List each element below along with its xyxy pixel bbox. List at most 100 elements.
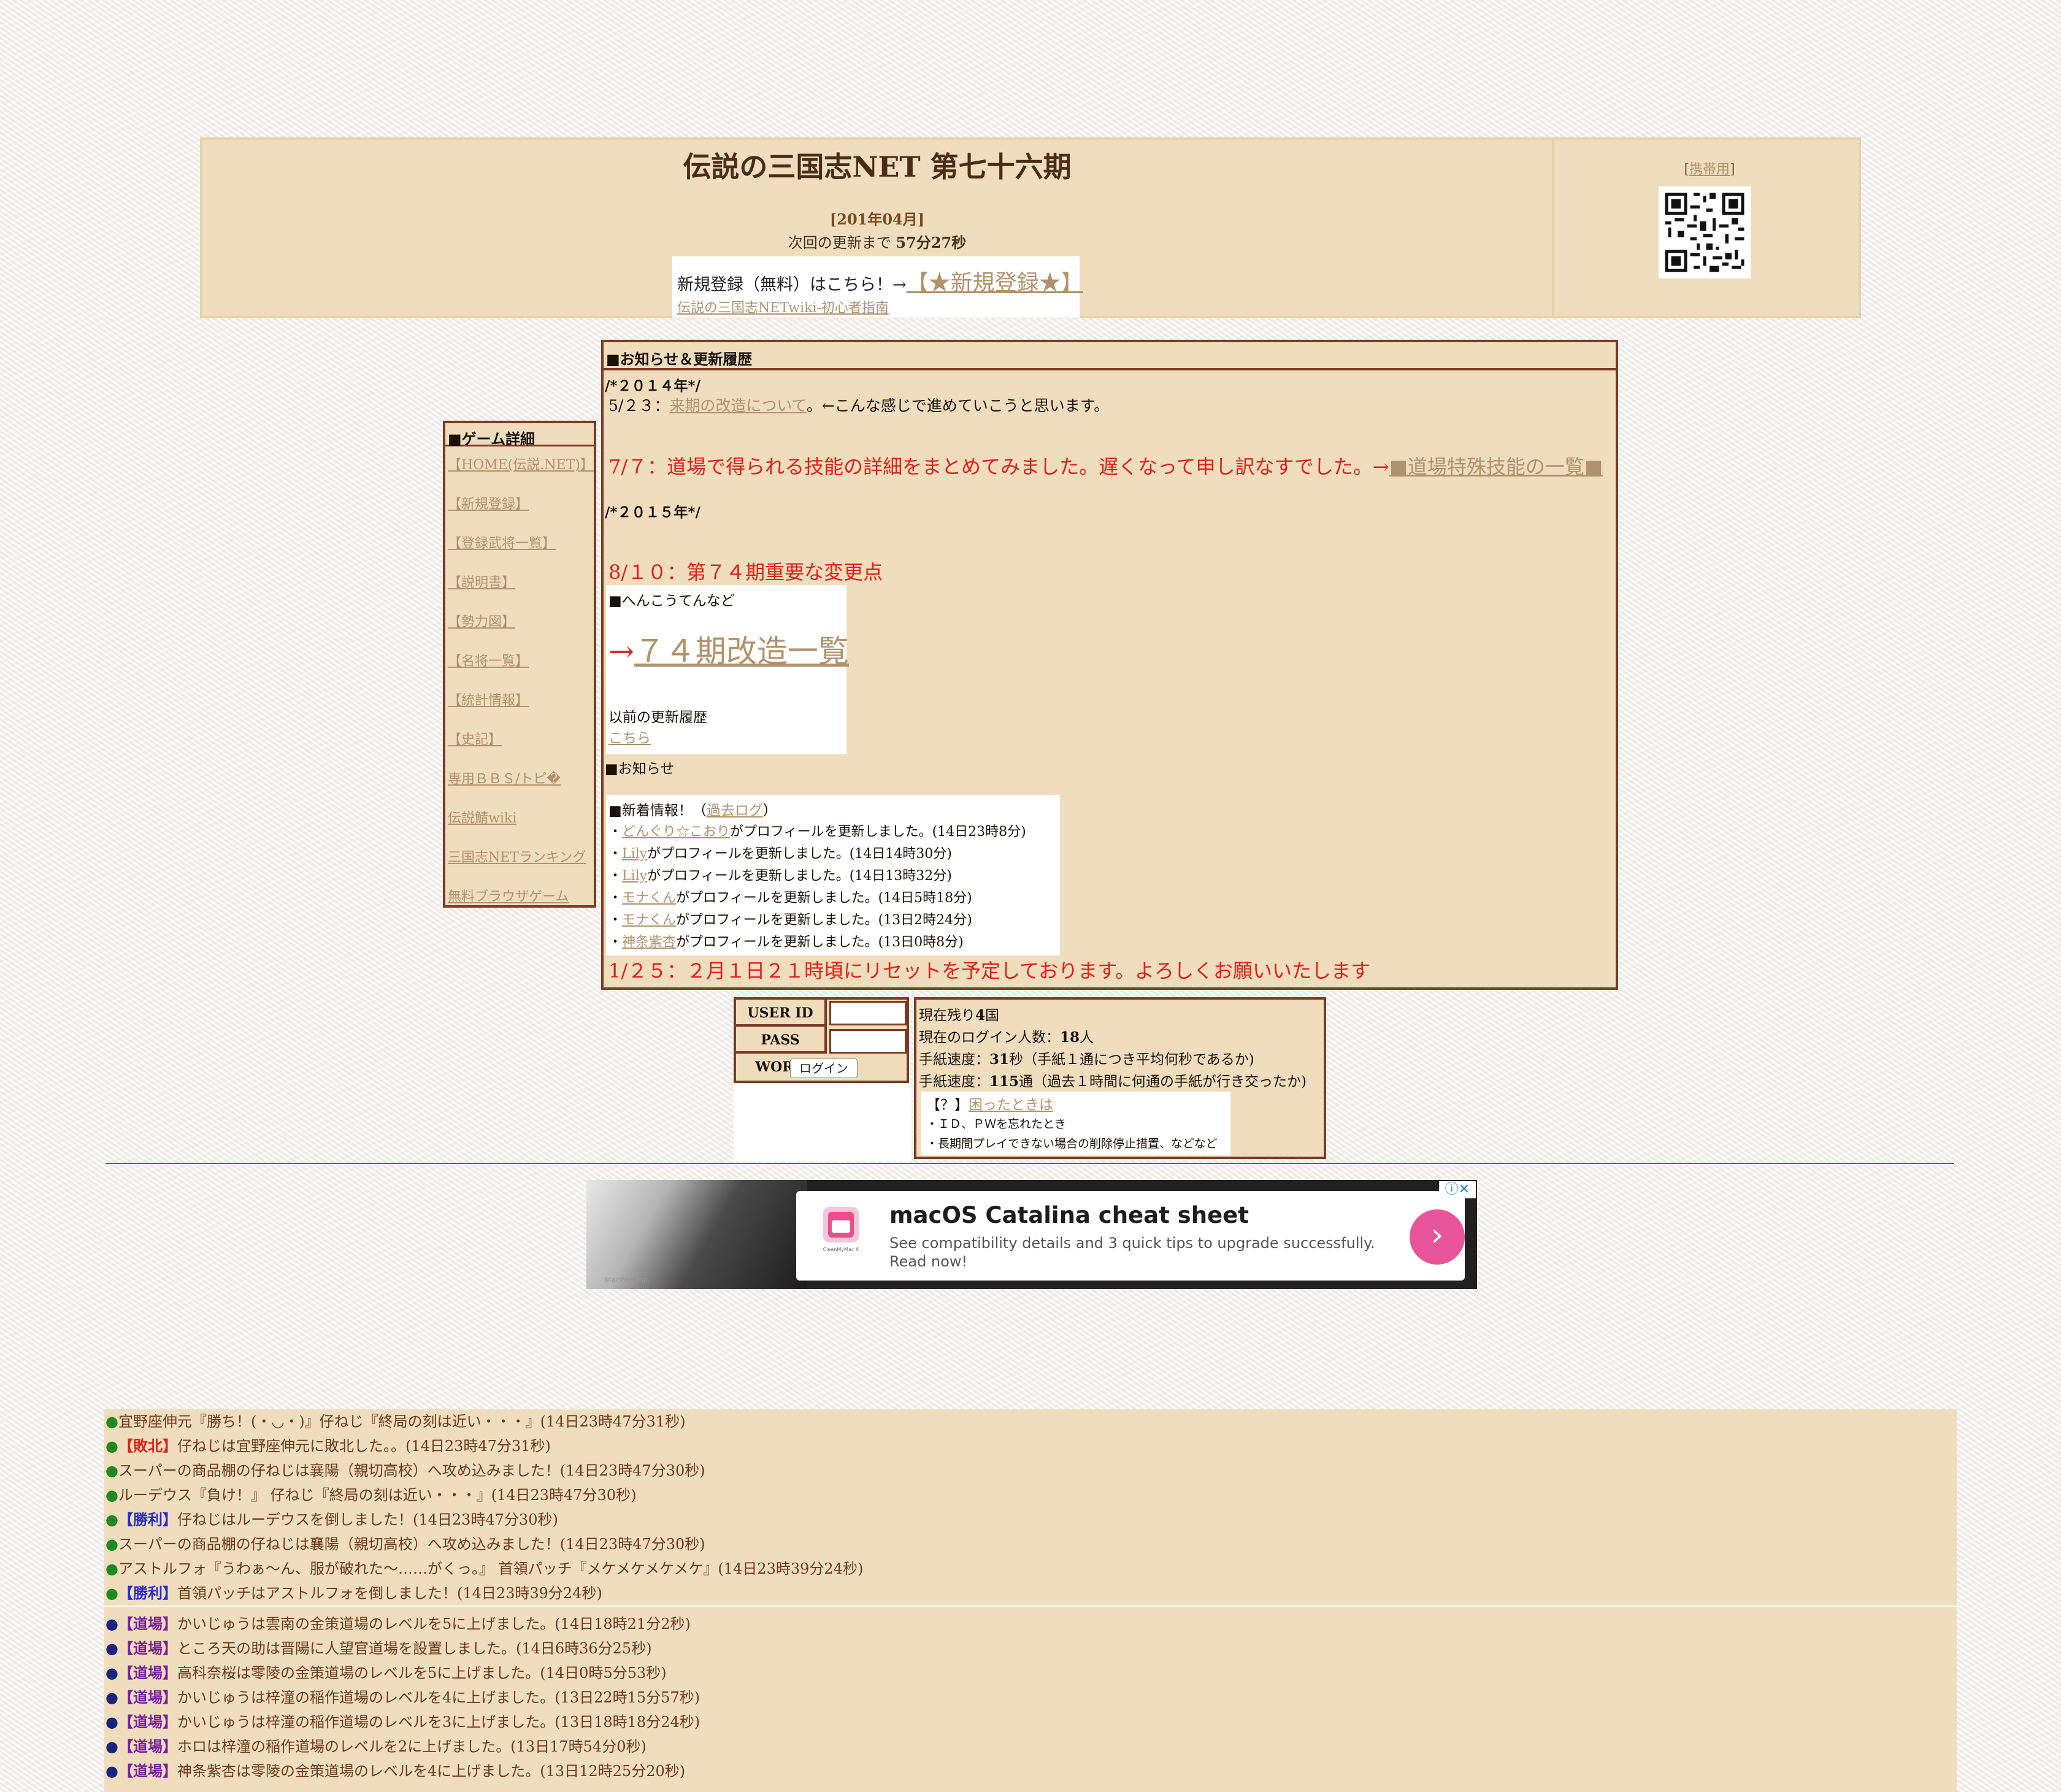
news-title: ■お知らせ＆更新履歴 <box>604 342 1616 370</box>
profile-user-link[interactable]: モナくん <box>622 890 676 906</box>
dojo-skills-link[interactable]: ■道場特殊技能の一覧■ <box>1389 455 1603 478</box>
profile-user-link[interactable]: どんぐり☆こおり <box>622 824 730 840</box>
remaining-unit: 国 <box>985 1008 1000 1024</box>
mobile-link-wrap: [携帯用] <box>1558 158 1861 178</box>
new-info-heading: ■新着情報！（過去ログ） <box>608 798 777 819</box>
bracket-right: ] <box>1730 162 1735 177</box>
login-count-label: 現在のログイン人数： <box>919 1030 1060 1046</box>
next-term-changes-link[interactable]: 来期の改造について <box>669 397 807 415</box>
register-link[interactable]: 【★新規登録★】 <box>907 270 1083 296</box>
profile-user-link[interactable]: 神条紫杏 <box>622 935 676 950</box>
term74-changes-link[interactable]: ７４期改造一覧 <box>634 634 849 669</box>
log-entry: ●【道場】かいじゅうは梓潼の稲作道場のレベルを3に上げました。(13日18時18… <box>106 1710 700 1731</box>
log-entry: ●スーパーの商品棚の仔ねじは襄陽（親切高校）へ攻め込みました！(14日23時47… <box>106 1532 705 1553</box>
game-detail-menu: ■ゲーム詳細 【HOME(伝説.NET)】 【新規登録】 【登録武将一覧】 【説… <box>443 421 596 908</box>
log-text: ルーデウス『負け！』 仔ねじ『終局の刻は近い・・・』(14日23時47分30秒) <box>118 1487 637 1504</box>
speed2-value: 115 <box>989 1073 1019 1090</box>
menu-item-ranking[interactable]: 三国志NETランキング <box>448 846 586 866</box>
menu-title: ■ゲーム詳細 <box>445 423 594 448</box>
news-panel: ■お知らせ＆更新履歴 /*２０１４年*/ 5/２３：来期の改造について。←こんな… <box>601 340 1618 990</box>
log-tag: 【道場】 <box>118 1664 177 1682</box>
user-id-input[interactable] <box>829 1001 907 1025</box>
login-button[interactable]: ログイン <box>790 1059 858 1078</box>
log-entry: ●ルーデウス『負け！』 仔ねじ『終局の刻は近い・・・』(14日23時47分30秒… <box>106 1483 636 1504</box>
new-info-close: ） <box>762 803 777 819</box>
log-entry: ●【勝利】仔ねじはルーデウスを倒しました！(14日23時47分30秒) <box>106 1507 558 1529</box>
log-entry: ●【敗北】仔ねじは宜野座伸元に敗北した。。(14日23時47分31秒) <box>106 1434 551 1455</box>
profile-user-link[interactable]: Lily <box>622 846 647 862</box>
log-bullet: ● <box>106 1511 118 1528</box>
menu-item-history[interactable]: 【史記】 <box>448 729 502 748</box>
login-count: 現在のログイン人数：18人 <box>919 1025 1094 1046</box>
log-bullet: ● <box>106 1615 118 1633</box>
log-text: ホロは梓潼の稲作道場のレベルを2に上げました。(13日17時54分0秒) <box>177 1738 647 1755</box>
menu-item-wiki[interactable]: 伝説鯖wiki <box>448 807 516 827</box>
log-bullet: ● <box>106 1714 118 1731</box>
header-divider <box>1552 140 1554 316</box>
ad-desc-line1: See compatibility details and 3 quick ti… <box>889 1235 1375 1252</box>
ad-footer: MacPaw Inc. <box>605 1276 650 1284</box>
profile-user-link[interactable]: Lily <box>622 868 647 884</box>
menu-item-statistics[interactable]: 【統計情報】 <box>448 689 529 709</box>
log-text: 仔ねじはルーデウスを倒しました！(14日23時47分30秒) <box>177 1511 558 1528</box>
log-bullet: ● <box>106 1413 118 1430</box>
speed1-label: 手紙速度： <box>919 1052 989 1068</box>
update-text: がプロフィールを更新しました。(14日23時8分) <box>730 824 1026 840</box>
ad-laptop-photo <box>586 1180 807 1289</box>
remaining-value: 4 <box>975 1007 986 1024</box>
news-item-0810: 8/１０：第７４期重要な変更点 <box>608 561 883 584</box>
log-text: 首領パッチはアストルフォを倒しました！(14日23時39分24秒) <box>177 1585 602 1602</box>
mobile-link[interactable]: 携帯用 <box>1689 162 1730 177</box>
log-text: 高科奈桜は零陵の金策道場のレベルを5に上げました。(14日0時5分53秒) <box>177 1664 667 1682</box>
menu-item-officer-list[interactable]: 【登録武将一覧】 <box>448 532 556 552</box>
next-update-time: 57分27秒 <box>896 234 967 251</box>
log-text: ところ天の助は晋陽に人望官道場を設置しました。(14日6時36分25秒) <box>177 1640 652 1657</box>
login-spacer <box>734 1083 912 1162</box>
help-link[interactable]: 困ったときは <box>969 1097 1053 1113</box>
menu-item-power-map[interactable]: 【勢力図】 <box>448 611 515 630</box>
speed2-unit: 通（過去１時間に何通の手紙が行き交ったか) <box>1019 1074 1307 1090</box>
log-text: アストルフォ『うわぁ〜ん、服が破れた〜……がくっ。』 首領パッチ『メケメケメケメ… <box>118 1560 864 1577</box>
menu-item-home[interactable]: 【HOME(伝説.NET)】 <box>448 454 594 473</box>
changes-box: ■へんこうてんなど →７４期改造一覧 以前の更新履歴 こちら <box>606 585 849 754</box>
menu-item-browser-game[interactable]: 無料ブラウザゲーム <box>448 886 569 905</box>
ad-arrow-button[interactable]: › <box>1410 1209 1465 1265</box>
speed1-unit: 秒（手紙１通につき平均何秒であるか) <box>1009 1052 1254 1068</box>
log-tag: 【勝利】 <box>118 1584 177 1602</box>
bracket-left: [ <box>1684 162 1689 177</box>
log-text: かいじゅうは梓潼の稲作道場のレベルを4に上げました。(13日22時15分57秒) <box>177 1689 700 1706</box>
previous-history-link[interactable]: こちら <box>608 726 651 747</box>
cleanmymac-icon: CleanMyMac X <box>819 1207 862 1255</box>
menu-item-register[interactable]: 【新規登録】 <box>448 493 529 513</box>
help-item-suspend: ・長期間プレイできない場合の削除停止措置、などなど <box>926 1137 1218 1151</box>
log-text: 神条紫杏は零陵の金策道場のレベルを4に上げました。(13日12時25分20秒) <box>177 1763 686 1780</box>
log-entry: ●【道場】ところ天の助は晋陽に人望官道場を設置しました。(14日6時36分25秒… <box>106 1636 652 1658</box>
past-log-link[interactable]: 過去ログ <box>707 803 763 819</box>
menu-item-bbs[interactable]: 専用ＢＢＳ/トピ� <box>448 768 561 787</box>
letter-speed-seconds: 手紙速度：31秒（手紙１通につき平均何秒であるか) <box>919 1047 1254 1068</box>
menu-item-manual[interactable]: 【説明書】 <box>448 572 515 591</box>
beginner-wiki-link[interactable]: 伝説の三国志NETwiki-初心者指南 <box>677 297 889 316</box>
update-text: がプロフィールを更新しました。(13日0時8分) <box>676 935 964 950</box>
news-0523-text: 。←こんな感じで進めていこうと思います。 <box>806 397 1110 415</box>
advertisement-banner[interactable]: MacPaw Inc. CleanMyMac X macOS Catalina … <box>586 1180 1477 1289</box>
log-bullet: ● <box>106 1763 118 1780</box>
profile-user-link[interactable]: モナくん <box>622 913 676 928</box>
menu-item-famous-generals[interactable]: 【名将一覧】 <box>448 650 529 670</box>
log-tag: 【道場】 <box>118 1713 177 1731</box>
help-heading: 【？】困ったときは <box>926 1093 1053 1114</box>
ad-title: macOS Catalina cheat sheet <box>889 1202 1249 1228</box>
changes-label: ■へんこうてんなど <box>608 593 735 609</box>
password-input[interactable] <box>829 1029 907 1054</box>
register-line: 新規登録（無料）はこちら！→【★新規登録★】 <box>677 265 1083 297</box>
log-tag: 【道場】 <box>118 1737 177 1755</box>
game-date: [201年04月] <box>829 210 925 228</box>
page-title: 伝説の三国志NET 第七十六期 <box>683 150 1072 183</box>
list-item: ・モナくんがプロフィールを更新しました。(13日2時24分) <box>608 909 972 929</box>
log-text: スーパーの商品棚の仔ねじは襄陽（親切高校）へ攻め込みました！(14日23時47分… <box>118 1536 705 1553</box>
ad-icon-label: CleanMyMac X <box>823 1247 859 1252</box>
register-box: 新規登録（無料）はこちら！→【★新規登録★】 伝説の三国志NETwiki-初心者… <box>672 256 1083 318</box>
ad-choices-icon[interactable]: ⓘ✕ <box>1439 1181 1476 1198</box>
log-entry: ●【道場】神条紫杏は零陵の金策道場のレベルを4に上げました。(13日12時25分… <box>106 1759 685 1780</box>
ad-card[interactable]: CleanMyMac X macOS Catalina cheat sheet … <box>796 1191 1465 1281</box>
